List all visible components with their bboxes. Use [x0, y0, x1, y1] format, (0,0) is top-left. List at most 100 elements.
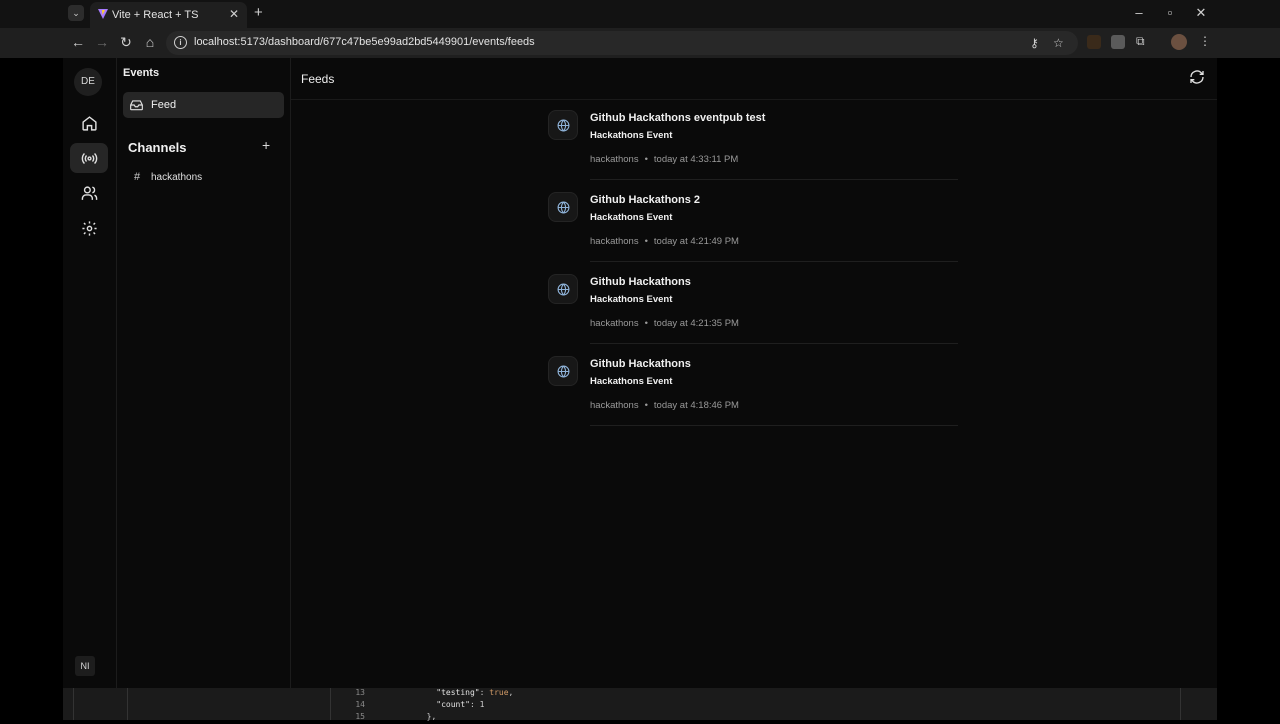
globe-icon	[557, 365, 569, 377]
feed-item-dot: •	[644, 318, 648, 329]
tab-close-icon[interactable]: ✕	[229, 7, 239, 21]
address-url[interactable]: localhost:5173/dashboard/677c47be5e99ad2…	[194, 36, 535, 48]
hash-icon: #	[134, 171, 141, 183]
feed-divider	[590, 179, 958, 180]
feeds-main: Feeds Github Hackathons eventpub test Ha…	[291, 58, 1217, 688]
back-icon[interactable]: ←	[69, 34, 87, 50]
rail-settings-button[interactable]	[70, 213, 108, 243]
devtools-panel: 13 "testing": true, 14 "count": 1 15 },	[63, 688, 1217, 721]
extensions-puzzle-icon[interactable]: ⧉	[1136, 34, 1145, 49]
gear-icon	[81, 220, 97, 236]
extension-icon[interactable]	[1087, 35, 1101, 49]
globe-icon	[557, 119, 569, 131]
app-root: DE NI Events Feed Channels + # hackathon…	[63, 58, 1217, 688]
screenshot-extension-icon[interactable]	[1111, 35, 1125, 49]
users-icon	[81, 185, 97, 200]
browser-chrome: ⌄ Vite + React + TS ✕ + – ▫ ✕ ← → ↻ ⌂ i …	[0, 0, 1280, 58]
tab-strip: ⌄ Vite + React + TS ✕ + – ▫ ✕	[0, 0, 1280, 28]
feed-avatar	[548, 274, 578, 304]
feed-item[interactable]: Github Hackathons Hackathons Event hacka…	[548, 354, 960, 436]
feed-item-meta: hackathons • today at 4:33:11 PM	[590, 154, 738, 165]
add-channel-button[interactable]: +	[262, 137, 270, 153]
browser-tab[interactable]: Vite + React + TS ✕	[90, 2, 247, 28]
feed-item-subtitle: Hackathons Event	[590, 130, 673, 141]
forward-icon[interactable]: →	[93, 34, 111, 50]
browser-menu-icon[interactable]: ⋮	[1199, 34, 1211, 48]
feed-divider	[590, 343, 958, 344]
feed-item-meta: hackathons • today at 4:21:49 PM	[590, 236, 739, 247]
workspace-avatar[interactable]: DE	[74, 68, 102, 96]
feed-item-title: Github Hackathons	[590, 358, 691, 370]
feed-item-time: today at 4:21:35 PM	[653, 318, 739, 329]
feed-item-subtitle: Hackathons Event	[590, 376, 673, 387]
profile-avatar[interactable]	[1171, 34, 1187, 50]
address-bar[interactable]: i localhost:5173/dashboard/677c47be5e99a…	[166, 31, 1078, 55]
user-avatar[interactable]: NI	[75, 656, 95, 676]
feed-item-channel: hackathons	[590, 318, 639, 329]
feed-item-title: Github Hackathons eventpub test	[590, 112, 766, 124]
home-icon[interactable]: ⌂	[141, 34, 159, 50]
tab-search-button[interactable]: ⌄	[68, 5, 84, 21]
feed-item-subtitle: Hackathons Event	[590, 212, 673, 223]
code-line: 15 },	[330, 712, 1180, 724]
restore-icon[interactable]: ▫	[1162, 5, 1178, 20]
globe-icon	[557, 283, 569, 295]
feed-item-dot: •	[644, 154, 648, 165]
feed-item-channel: hackathons	[590, 154, 639, 165]
page-title: Feeds	[301, 72, 335, 86]
reload-icon[interactable]: ↻	[117, 34, 135, 51]
rail-events-button[interactable]	[70, 143, 108, 173]
site-info-icon[interactable]: i	[174, 36, 187, 49]
feed-divider	[590, 261, 958, 262]
sidebar-item-hackathons[interactable]: # hackathons	[134, 171, 274, 187]
feed-item-time: today at 4:18:46 PM	[653, 400, 739, 411]
password-key-icon[interactable]: ⚷	[1030, 36, 1039, 50]
feed-item-meta: hackathons • today at 4:21:35 PM	[590, 318, 739, 329]
sidebar-item-label: Feed	[151, 99, 177, 111]
vite-favicon-icon	[98, 9, 108, 19]
line-code: "count": 1	[436, 700, 485, 709]
feed-list: Github Hackathons eventpub test Hackatho…	[548, 108, 960, 436]
events-sidebar: Events Feed Channels + # hackathons	[117, 58, 291, 688]
feed-divider	[590, 425, 958, 426]
feed-avatar	[548, 192, 578, 222]
feed-item[interactable]: Github Hackathons eventpub test Hackatho…	[548, 108, 960, 190]
sidebar-title: Events	[123, 67, 160, 79]
feed-avatar	[548, 110, 578, 140]
channels-heading: Channels	[128, 140, 187, 155]
devtools-divider	[1180, 688, 1181, 720]
bookmark-star-icon[interactable]: ☆	[1053, 36, 1064, 50]
feed-item-channel: hackathons	[590, 236, 639, 247]
feed-item-dot: •	[644, 236, 648, 247]
line-number: 13	[355, 688, 365, 697]
feed-item-dot: •	[644, 400, 648, 411]
line-code: "testing": true,	[436, 688, 514, 697]
rail-home-button[interactable]	[70, 108, 108, 138]
code-line: 13 "testing": true,	[330, 688, 1180, 700]
feed-item-title: Github Hackathons 2	[590, 194, 701, 206]
line-number: 14	[355, 700, 365, 709]
channel-label: hackathons	[151, 172, 203, 183]
inbox-icon	[130, 100, 143, 111]
sidebar-item-feed[interactable]: Feed	[123, 92, 284, 118]
home-icon	[81, 115, 97, 131]
minimize-icon[interactable]: –	[1131, 5, 1147, 20]
broadcast-icon	[81, 152, 97, 164]
feed-item[interactable]: Github Hackathons 2 Hackathons Event hac…	[548, 190, 960, 272]
browser-toolbar: ← → ↻ ⌂ i localhost:5173/dashboard/677c4…	[0, 28, 1280, 58]
globe-icon	[557, 201, 569, 213]
feed-item-time: today at 4:21:49 PM	[653, 236, 739, 247]
window-close-icon[interactable]: ✕	[1193, 5, 1209, 21]
rail-users-button[interactable]	[70, 178, 108, 208]
feed-item[interactable]: Github Hackathons Hackathons Event hacka…	[548, 272, 960, 354]
devtools-divider	[73, 688, 74, 720]
feed-avatar	[548, 356, 578, 386]
new-tab-button[interactable]: +	[254, 4, 263, 21]
refresh-icon[interactable]	[1189, 69, 1205, 85]
feed-item-title: Github Hackathons	[590, 276, 691, 288]
devtools-divider	[127, 688, 128, 720]
tab-title: Vite + React + TS	[112, 9, 199, 21]
main-header: Feeds	[291, 58, 1217, 100]
code-line: 14 "count": 1	[330, 700, 1180, 712]
feed-item-subtitle: Hackathons Event	[590, 294, 673, 305]
